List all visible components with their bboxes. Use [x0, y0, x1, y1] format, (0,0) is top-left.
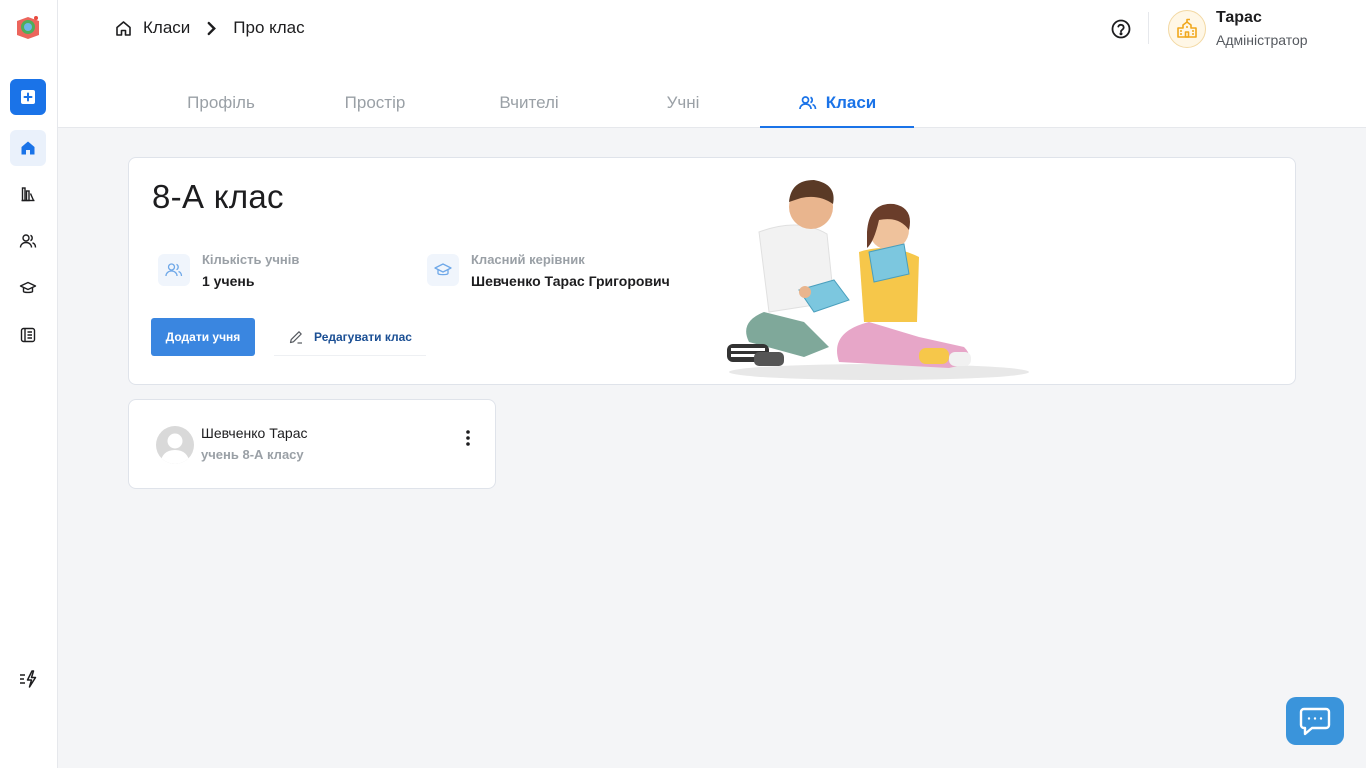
header-divider — [1148, 12, 1149, 44]
home-icon — [21, 141, 35, 155]
students-reading-illustration — [727, 180, 1029, 380]
tab-teachers[interactable]: Вчителі — [452, 78, 606, 128]
sidebar-add-button[interactable] — [10, 79, 46, 115]
edit-class-label: Редагувати клас — [314, 329, 412, 344]
chat-button[interactable] — [1286, 697, 1344, 745]
tab-classes[interactable]: Класи — [760, 78, 914, 128]
student-subtitle: учень 8-А класу — [201, 447, 304, 462]
users-icon — [158, 254, 190, 286]
graduation-cap-icon — [19, 281, 37, 294]
chat-icon — [1299, 707, 1331, 736]
stat-value: Шевченко Тарас Григорович — [471, 273, 670, 289]
tab-students[interactable]: Учні — [606, 78, 760, 128]
avatar[interactable] — [1168, 10, 1206, 48]
chevron-right-icon — [207, 21, 217, 35]
users-icon — [798, 96, 817, 110]
school-building-icon — [1177, 18, 1197, 38]
user-name[interactable]: Тарас — [1216, 9, 1262, 27]
tab-students-label: Учні — [666, 93, 700, 112]
stat-value: 1 учень — [202, 273, 255, 289]
user-role: Адміністратор — [1216, 32, 1308, 48]
graduation-cap-icon — [427, 254, 459, 286]
pencil-icon — [289, 330, 303, 344]
class-title: 8-А клас — [152, 178, 284, 215]
sidebar-item-journal[interactable] — [10, 317, 46, 353]
sidebar-item-users[interactable] — [10, 223, 46, 259]
tab-classes-label: Класи — [825, 93, 877, 112]
breadcrumb-current: Про клас — [233, 18, 305, 37]
sidebar-item-stats[interactable] — [10, 176, 46, 212]
student-card[interactable]: Шевченко Тарас учень 8-А класу — [128, 399, 496, 489]
school-logo-icon[interactable] — [14, 13, 42, 41]
class-teacher-stat: Класний керівник Шевченко Тарас Григоров… — [427, 252, 670, 289]
breadcrumb: Класи Про клас — [114, 18, 305, 38]
students-count-stat: Кількість учнів 1 учень — [158, 252, 299, 289]
bar-chart-icon — [21, 187, 35, 202]
avatar — [156, 426, 194, 464]
edit-class-button[interactable]: Редагувати клас — [274, 318, 426, 356]
quick-actions-icon[interactable] — [17, 668, 39, 690]
header: Класи Про клас Тарас Адміністратор Профі… — [58, 0, 1366, 128]
journal-icon — [20, 327, 36, 343]
plus-square-icon — [21, 90, 35, 104]
tab-space[interactable]: Простір — [298, 78, 452, 128]
stat-label: Класний керівник — [471, 252, 585, 267]
add-student-button[interactable]: Додати учня — [151, 318, 255, 356]
stat-label: Кількість учнів — [202, 252, 300, 267]
sidebar-item-education[interactable] — [10, 270, 46, 306]
tab-space-label: Простір — [344, 93, 406, 112]
student-name[interactable]: Шевченко Тарас — [201, 425, 307, 441]
breadcrumb-classes-link[interactable]: Класи — [143, 18, 190, 38]
class-info-card: 8-А клас Кількість учнів 1 учень Класний… — [128, 157, 1296, 385]
tab-bar: Профіль Простір Вчителі Учні Класи — [144, 78, 914, 128]
more-vertical-icon[interactable] — [461, 428, 475, 448]
tab-teachers-label: Вчителі — [499, 93, 559, 112]
users-icon — [19, 234, 37, 248]
tab-profile[interactable]: Профіль — [144, 78, 298, 128]
home-outline-icon[interactable] — [114, 19, 133, 38]
sidebar — [0, 0, 58, 768]
sidebar-item-home[interactable] — [10, 130, 46, 166]
help-icon[interactable] — [1110, 18, 1132, 40]
tab-profile-label: Профіль — [187, 93, 255, 112]
